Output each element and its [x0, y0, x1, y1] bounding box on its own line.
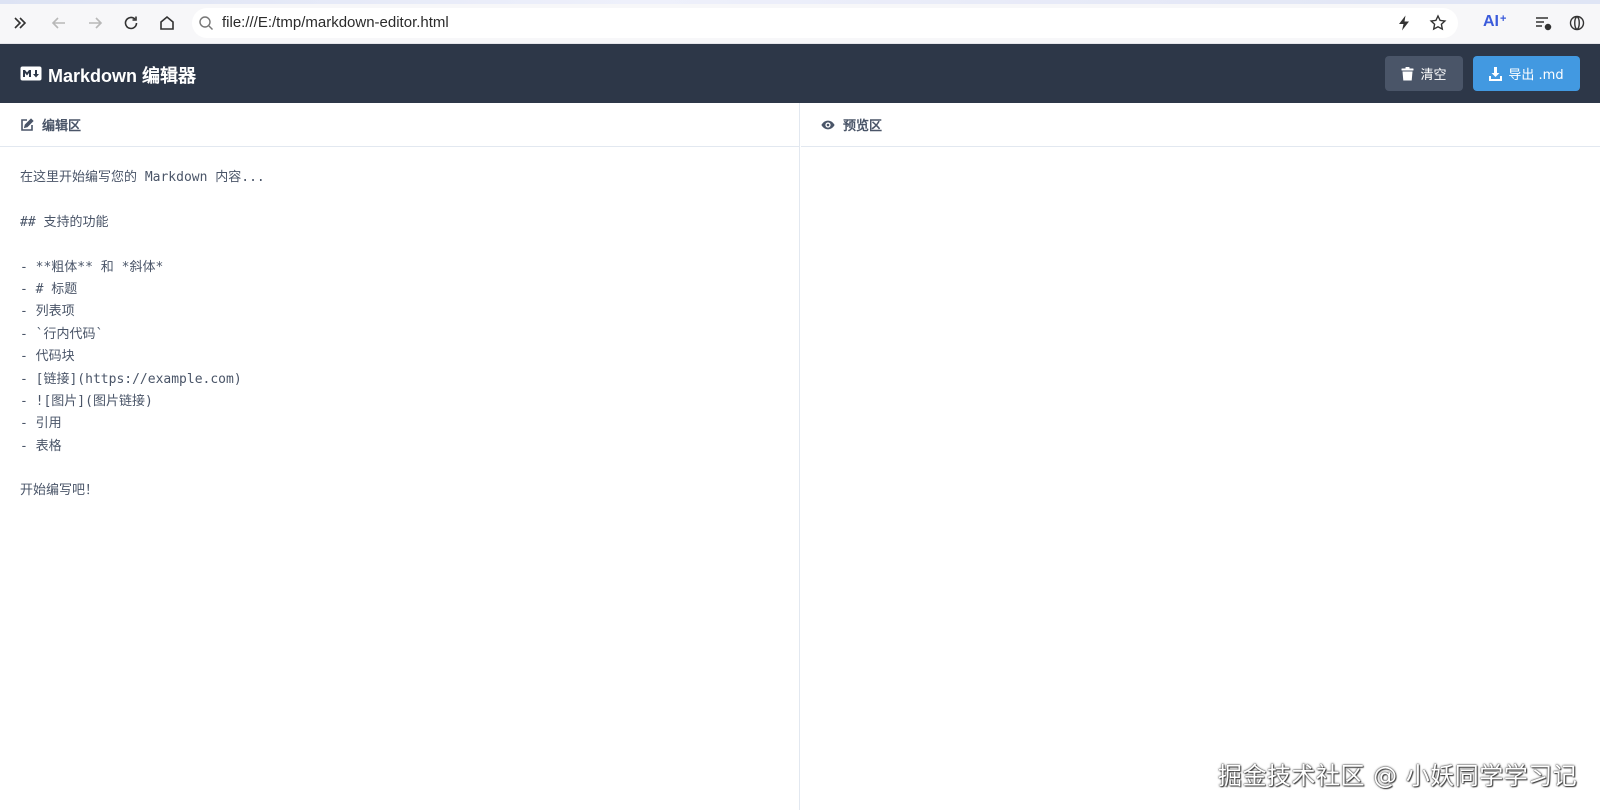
- eye-icon: [821, 120, 835, 129]
- preview-pane: 预览区: [801, 103, 1600, 810]
- star-bookmark-icon[interactable]: [1427, 12, 1449, 34]
- editor-line: - `行内代码`: [20, 326, 104, 342]
- app-title: Markdown 编辑器: [48, 66, 197, 86]
- url-text[interactable]: file:///E:/tmp/markdown-editor.html: [222, 14, 449, 31]
- clear-button-label: 清空: [1420, 68, 1447, 83]
- editor-line: - ![图片](图片链接): [20, 393, 153, 409]
- editor-line: ## 支持的功能: [20, 214, 109, 230]
- editor-line: - 引用: [20, 416, 62, 432]
- markdown-textarea[interactable]: 在这里开始编写您的 Markdown 内容... ## 支持的功能 - **粗体**…: [0, 147, 799, 523]
- editor-line: - # 标题: [20, 281, 78, 297]
- address-bar[interactable]: file:///E:/tmp/markdown-editor.html: [192, 8, 1458, 38]
- watermark-text: 掘金技术社区 @ 小妖同学学习记: [1218, 762, 1578, 790]
- editor-line: 开始编写吧！: [20, 483, 99, 499]
- editor-line: - 表格: [20, 438, 62, 454]
- lightning-icon[interactable]: [1393, 12, 1415, 34]
- sidebar-expand-icon[interactable]: [9, 12, 31, 34]
- editor-pane: 编辑区 在这里开始编写您的 Markdown 内容... ## 支持的功能 - **…: [0, 103, 800, 810]
- download-icon: [1489, 66, 1503, 81]
- ai-plus: +: [1500, 13, 1507, 25]
- preview-pane-header: 预览区: [801, 103, 1600, 147]
- back-arrow-icon[interactable]: [48, 12, 70, 34]
- browser-toolbar: file:///E:/tmp/markdown-editor.html AI +: [0, 0, 1600, 44]
- search-icon: [199, 16, 213, 30]
- reload-icon[interactable]: [120, 12, 142, 34]
- ai-label: AI: [1483, 13, 1499, 30]
- edit-icon: [21, 117, 34, 131]
- editor-line: - 列表项: [20, 304, 75, 320]
- export-button-label: 导出 .md: [1508, 68, 1564, 83]
- trash-icon: [1401, 66, 1414, 80]
- editor-pane-header: 编辑区: [0, 103, 799, 147]
- browser-top-accent: [0, 0, 1600, 4]
- editor-line: - 代码块: [20, 349, 75, 365]
- markdown-logo-icon: [20, 66, 42, 81]
- editor-line: 在这里开始编写您的 Markdown 内容...: [20, 170, 265, 185]
- preview-pane-title: 预览区: [843, 119, 883, 134]
- editor-line: - **粗体** 和 *斜体*: [20, 259, 164, 275]
- editor-line: - [链接](https://example.com): [20, 371, 242, 387]
- profile-swirl-icon[interactable]: [1566, 12, 1588, 34]
- ai-assistant-button[interactable]: AI +: [1483, 11, 1506, 33]
- forward-arrow-icon[interactable]: [84, 12, 106, 34]
- app-header: Markdown 编辑器 清空 导出 .md: [0, 44, 1600, 103]
- clear-button[interactable]: 清空: [1385, 56, 1463, 91]
- export-md-button[interactable]: 导出 .md: [1473, 56, 1580, 91]
- editor-pane-title: 编辑区: [42, 119, 82, 134]
- home-icon[interactable]: [156, 12, 178, 34]
- reading-list-icon[interactable]: [1532, 12, 1554, 34]
